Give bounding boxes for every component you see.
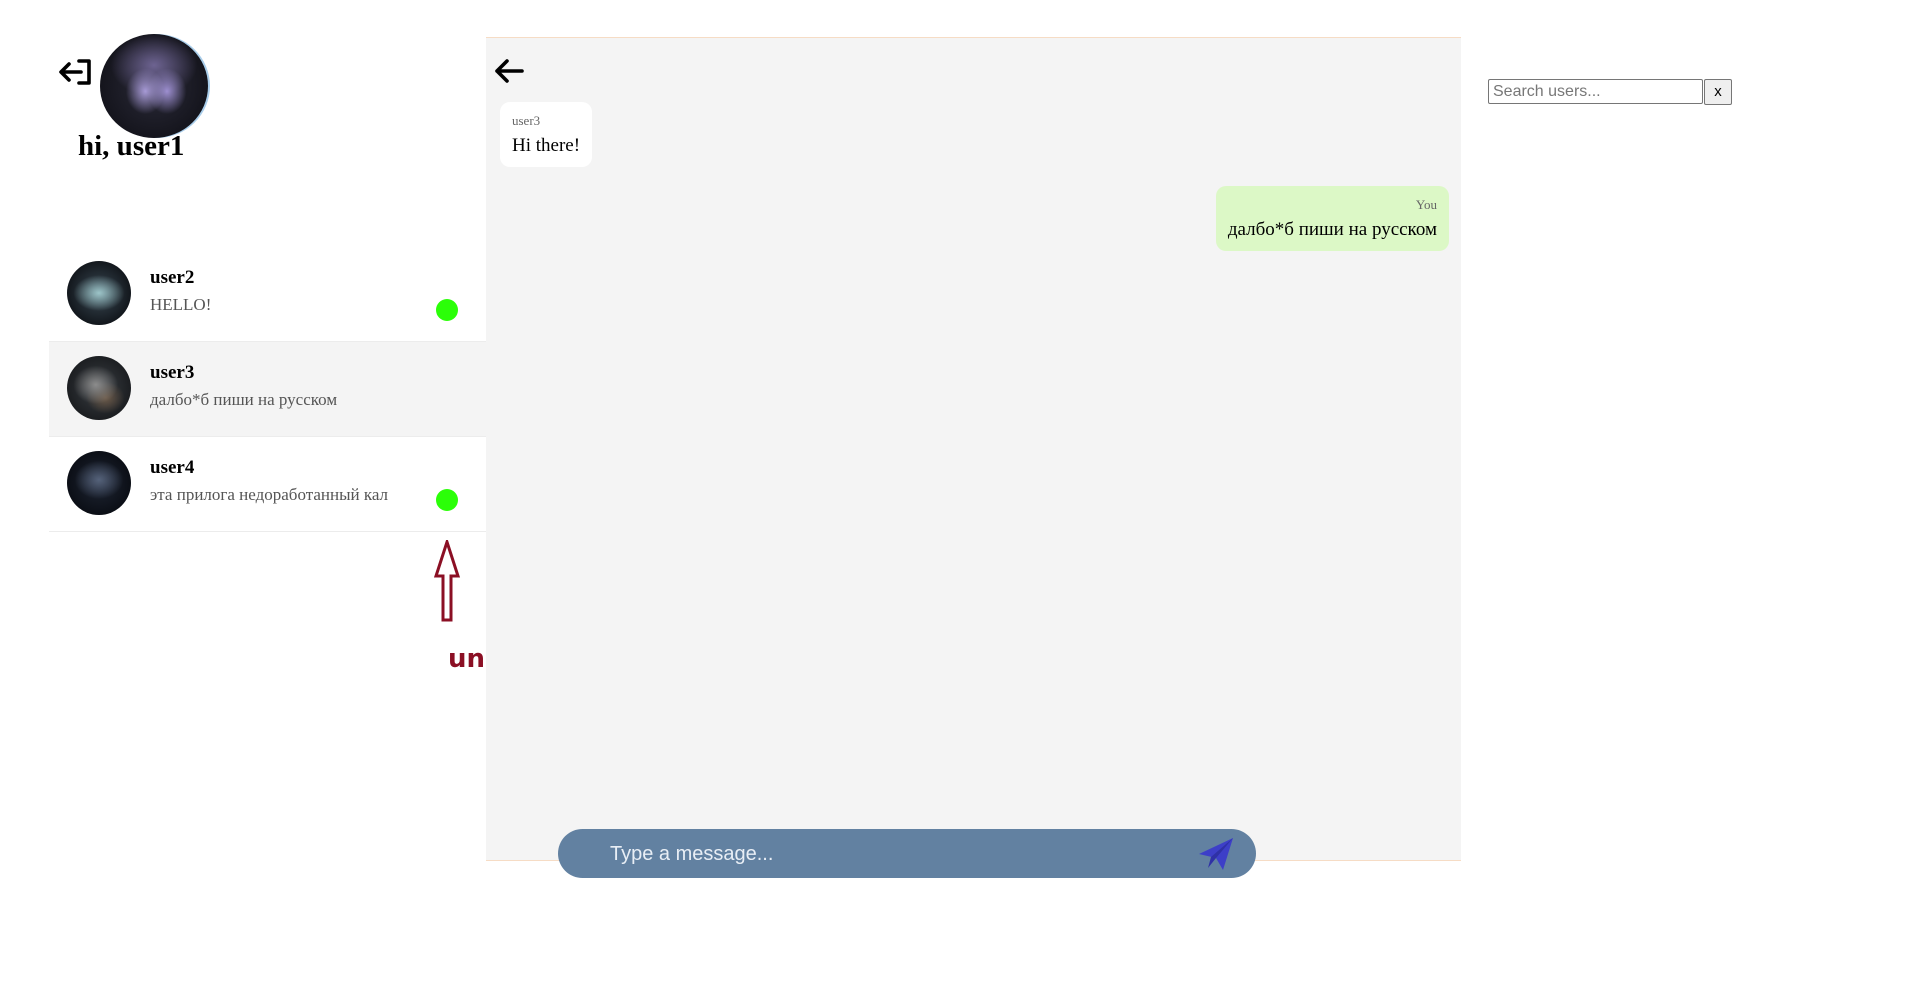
message-incoming: user3 Hi there! xyxy=(500,102,593,167)
chat-preview: эта прилога недоработанный кал xyxy=(150,485,389,504)
avatar xyxy=(67,261,131,325)
message-sender: You xyxy=(1415,197,1437,212)
chat-name: user3 xyxy=(150,362,195,383)
search-clear-button[interactable]: x xyxy=(1704,79,1732,105)
chat-item-user3[interactable]: user3 далбо*б пиши на русском xyxy=(49,342,486,437)
conversation-panel: user3 Hi there! You далбо*б пиши на русс… xyxy=(486,37,1461,861)
chat-preview: HELLO! xyxy=(150,295,212,314)
app-root: hi, user1 user2 HELLO! user3 далбо*б пиш… xyxy=(0,0,1929,996)
chat-name: user2 xyxy=(150,267,195,288)
profile-header: hi, user1 xyxy=(0,0,486,230)
avatar-image xyxy=(100,34,208,138)
greeting-title: hi, user1 xyxy=(78,130,185,162)
avatar xyxy=(67,356,131,420)
message-outgoing: You далбо*б пиши на русском xyxy=(1215,186,1449,251)
message-sender: user3 xyxy=(512,113,541,128)
avatar xyxy=(67,451,131,515)
chat-list: user2 HELLO! user3 далбо*б пиши на русск… xyxy=(49,247,486,532)
message-input[interactable] xyxy=(608,829,1172,880)
send-icon[interactable] xyxy=(1197,836,1235,872)
user-avatar[interactable] xyxy=(98,34,210,138)
chat-item-user2[interactable]: user2 HELLO! xyxy=(49,247,486,342)
search-users-input[interactable] xyxy=(1488,79,1703,104)
message-composer xyxy=(558,829,1256,880)
chat-preview: далбо*б пиши на русском xyxy=(150,390,338,409)
chat-item-user4[interactable]: user4 эта прилога недоработанный кал xyxy=(49,437,486,532)
unread-indicator xyxy=(436,489,458,511)
message-text: Hi there! xyxy=(512,135,581,156)
logout-icon[interactable] xyxy=(57,54,97,90)
unread-indicator xyxy=(436,299,458,321)
chat-name: user4 xyxy=(150,457,195,478)
annotation-arrow-icon xyxy=(433,540,461,622)
message-text: далбо*б пиши на русском xyxy=(1227,219,1437,240)
arrow-left-icon[interactable] xyxy=(492,55,526,87)
